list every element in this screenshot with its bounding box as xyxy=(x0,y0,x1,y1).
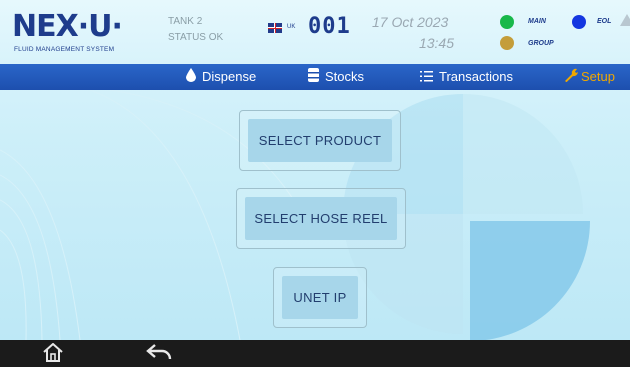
tab-setup[interactable]: Setup xyxy=(564,64,615,90)
eol-status-label: EOL xyxy=(597,18,612,25)
language-code: UK xyxy=(287,24,296,30)
main-status-icon xyxy=(500,15,514,29)
tank-info: TANK 2 STATUS OK xyxy=(168,14,223,46)
drop-icon xyxy=(186,65,196,91)
tab-transactions[interactable]: Transactions xyxy=(420,64,513,90)
wrench-icon xyxy=(564,65,579,91)
logo-wordmark: NEX·U· xyxy=(12,9,123,44)
tab-transactions-label: Transactions xyxy=(439,69,513,84)
uk-flag-icon[interactable] xyxy=(268,23,282,33)
date-display: 17 Oct 2023 xyxy=(372,14,449,30)
main-navigation: Dispense Stocks Transactions Setup xyxy=(0,64,630,90)
tab-stocks-label: Stocks xyxy=(325,69,365,84)
header-bar: NEX·U· FLUID MANAGEMENT SYSTEM TANK 2 ST… xyxy=(0,0,630,64)
flag-cross-v xyxy=(274,23,276,33)
select-product-label: SELECT PRODUCT xyxy=(248,119,392,162)
logo-subtitle: FLUID MANAGEMENT SYSTEM xyxy=(14,46,115,53)
device-screen: NEX·U· FLUID MANAGEMENT SYSTEM TANK 2 ST… xyxy=(0,0,630,340)
tab-dispense[interactable]: Dispense xyxy=(186,64,256,90)
barrel-icon xyxy=(308,65,319,91)
tab-setup-label: Setup xyxy=(581,69,615,84)
back-icon[interactable] xyxy=(146,344,172,366)
group-status-label: GROUP xyxy=(528,40,554,47)
unet-ip-button[interactable]: UNET IP xyxy=(273,267,367,328)
select-hose-reel-button[interactable]: SELECT HOSE REEL xyxy=(236,188,406,249)
transaction-counter: 001 xyxy=(308,14,351,39)
warning-icon xyxy=(620,14,630,26)
eol-status-icon xyxy=(572,15,586,29)
list-icon xyxy=(420,65,433,91)
tab-dispense-label: Dispense xyxy=(202,69,257,84)
main-status-label: MAIN xyxy=(528,18,546,25)
group-status-icon xyxy=(500,36,514,50)
nexu-logo: NEX·U· FLUID MANAGEMENT SYSTEM xyxy=(12,11,152,55)
main-content: SELECT PRODUCT SELECT HOSE REEL UNET IP xyxy=(0,90,630,340)
tank-status: STATUS OK xyxy=(168,32,224,43)
select-hose-reel-label: SELECT HOSE REEL xyxy=(245,197,397,240)
android-softkey-bar xyxy=(0,340,630,362)
unet-ip-label: UNET IP xyxy=(282,276,358,319)
tab-stocks[interactable]: Stocks xyxy=(308,64,364,90)
select-product-button[interactable]: SELECT PRODUCT xyxy=(239,110,401,171)
tank-name: TANK 2 xyxy=(168,16,203,27)
home-icon[interactable] xyxy=(42,342,64,367)
time-display: 13:45 xyxy=(418,35,454,51)
